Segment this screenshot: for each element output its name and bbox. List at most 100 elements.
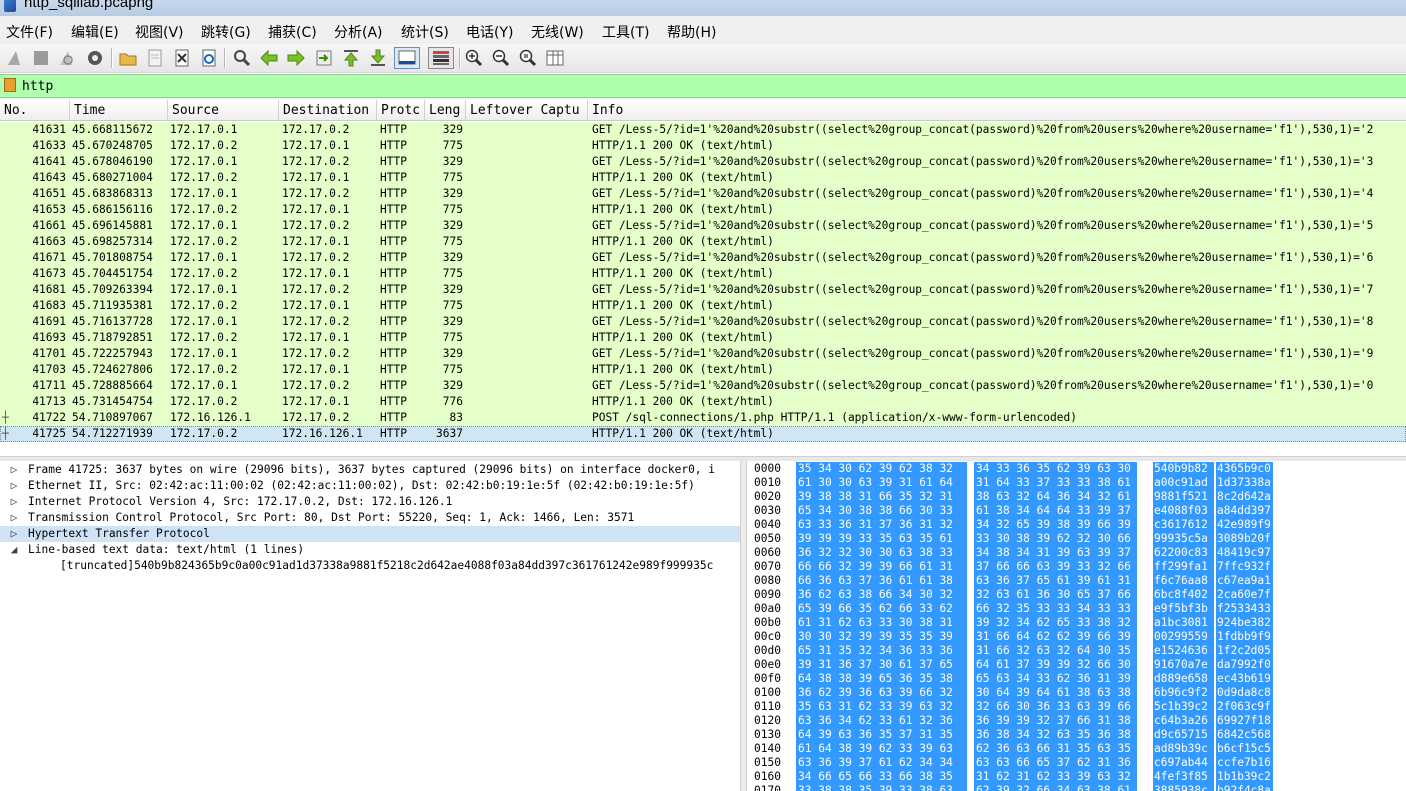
- hex-bytes[interactable]: 36 62 63 38 66 34 30 32: [796, 588, 967, 602]
- menu-file[interactable]: 文件(F): [6, 22, 53, 42]
- hex-bytes[interactable]: 66 36 63 37 36 61 61 38: [796, 574, 967, 588]
- ascii-bytes[interactable]: a1bc3081: [1153, 616, 1214, 630]
- ascii-bytes[interactable]: ccfe7b16: [1216, 756, 1273, 770]
- hex-bytes[interactable]: 39 39 39 33 35 63 35 61: [796, 532, 967, 546]
- reload-icon[interactable]: [199, 48, 219, 68]
- bookmark-icon[interactable]: [4, 78, 16, 92]
- colorize-icon[interactable]: [428, 47, 454, 69]
- ascii-bytes[interactable]: 7ffc932f: [1216, 560, 1273, 574]
- packet-row[interactable]: 41673 45.704451754 172.17.0.2 172.17.0.1 HTT…: [0, 266, 1406, 282]
- hex-bytes[interactable]: 39 31 36 37 30 61 37 65: [796, 658, 967, 672]
- hex-bytes[interactable]: 34 38 34 31 39 63 39 37: [974, 546, 1137, 560]
- column-header-leftover[interactable]: Leftover Captu: [466, 100, 588, 120]
- menu-telephony[interactable]: 电话(Y): [466, 22, 513, 42]
- hex-bytes[interactable]: 33 30 38 39 62 32 30 66: [974, 532, 1137, 546]
- file-close-icon[interactable]: [172, 48, 192, 68]
- resize-columns-icon[interactable]: [545, 48, 565, 68]
- hex-bytes[interactable]: 31 64 33 37 33 33 38 61: [974, 476, 1137, 490]
- packet-row[interactable]: 41703 45.724627806 172.17.0.2 172.17.0.1 HTT…: [0, 362, 1406, 378]
- column-header-protocol[interactable]: Protc: [377, 100, 425, 120]
- expander-arrow-icon[interactable]: ▷: [8, 478, 20, 494]
- column-header-no[interactable]: No.: [0, 100, 70, 120]
- ascii-bytes[interactable]: b92f4c8a: [1216, 784, 1273, 791]
- hex-bytes[interactable]: 65 39 66 35 62 66 33 62: [796, 602, 967, 616]
- hex-bytes[interactable]: 63 36 34 62 33 61 32 36: [796, 714, 967, 728]
- packet-row[interactable]: 41671 45.701808754 172.17.0.1 172.17.0.2 HTT…: [0, 250, 1406, 266]
- arrow-right-icon[interactable]: [286, 48, 306, 68]
- ascii-bytes[interactable]: 540b9b82: [1153, 462, 1214, 476]
- packet-row[interactable]: ┼ 41725 54.712271939 172.17.0.2 172.16.126.1…: [0, 426, 1406, 442]
- ascii-bytes[interactable]: 0d9da8c8: [1216, 686, 1273, 700]
- hex-bytes[interactable]: 34 33 36 35 62 39 63 30: [974, 462, 1137, 476]
- ascii-bytes[interactable]: d889e658: [1153, 672, 1214, 686]
- hex-bytes[interactable]: 35 34 30 62 39 62 38 32: [796, 462, 967, 476]
- ascii-bytes[interactable]: 8c2d642a: [1216, 490, 1273, 504]
- packet-row[interactable]: 41663 45.698257314 172.17.0.2 172.17.0.1 HTT…: [0, 234, 1406, 250]
- ascii-bytes[interactable]: 6b96c9f2: [1153, 686, 1214, 700]
- ascii-bytes[interactable]: c697ab44: [1153, 756, 1214, 770]
- hex-bytes[interactable]: 61 31 62 63 33 30 38 31: [796, 616, 967, 630]
- goto-packet-icon[interactable]: [314, 48, 334, 68]
- ascii-bytes[interactable]: 4365b9c0: [1216, 462, 1273, 476]
- ascii-bytes[interactable]: 924be382: [1216, 616, 1273, 630]
- packet-row[interactable]: 41653 45.686156116 172.17.0.2 172.17.0.1 HTT…: [0, 202, 1406, 218]
- packet-row[interactable]: 41643 45.680271004 172.17.0.2 172.17.0.1 HTT…: [0, 170, 1406, 186]
- packet-row[interactable]: 41641 45.678046190 172.17.0.1 172.17.0.2 HTT…: [0, 154, 1406, 170]
- ascii-bytes[interactable]: 1f2c2d05: [1216, 644, 1273, 658]
- hex-bytes[interactable]: 33 38 38 35 39 33 38 63: [796, 784, 967, 791]
- hex-bytes[interactable]: 64 38 38 39 65 36 35 38: [796, 672, 967, 686]
- display-filter-input[interactable]: [22, 77, 1392, 95]
- expander-arrow-icon[interactable]: ▷: [8, 510, 20, 526]
- column-header-time[interactable]: Time: [70, 100, 168, 120]
- ascii-bytes[interactable]: 6842c568: [1216, 728, 1273, 742]
- detail-tree-item[interactable]: ▷ Frame 41725: 3637 bytes on wire (29096 …: [0, 462, 740, 478]
- file-save-icon[interactable]: [145, 48, 165, 68]
- hex-bytes[interactable]: 64 61 37 39 39 32 66 30: [974, 658, 1137, 672]
- hex-bytes[interactable]: 37 66 66 63 39 33 32 66: [974, 560, 1137, 574]
- packet-row[interactable]: 41691 45.716137728 172.17.0.1 172.17.0.2 HTT…: [0, 314, 1406, 330]
- hex-bytes[interactable]: 66 66 32 39 39 66 61 31: [796, 560, 967, 574]
- column-header-length[interactable]: Leng: [425, 100, 466, 120]
- ascii-bytes[interactable]: a84dd397: [1216, 504, 1273, 518]
- hex-bytes[interactable]: 32 66 30 36 33 63 39 66: [974, 700, 1137, 714]
- expander-arrow-icon[interactable]: ▷: [8, 462, 20, 478]
- ascii-bytes[interactable]: 2f063c9f: [1216, 700, 1273, 714]
- ascii-bytes[interactable]: 3885938c: [1153, 784, 1214, 791]
- hex-bytes[interactable]: 63 36 37 65 61 39 61 31: [974, 574, 1137, 588]
- hex-bytes[interactable]: 36 39 39 32 37 66 31 38: [974, 714, 1137, 728]
- expander-arrow-icon[interactable]: ▷: [8, 526, 20, 542]
- hex-bytes[interactable]: 31 66 32 63 32 64 30 35: [974, 644, 1137, 658]
- detail-tree-item[interactable]: ▷ Hypertext Transfer Protocol: [0, 526, 740, 542]
- detail-tree-item[interactable]: [truncated]540b9b824365b9c0a00c91ad1d373…: [0, 558, 740, 574]
- detail-tree-item[interactable]: ▷ Ethernet II, Src: 02:42:ac:11:00:02 (02…: [0, 478, 740, 494]
- ascii-bytes[interactable]: 3089b20f: [1216, 532, 1273, 546]
- menu-view[interactable]: 视图(V): [135, 22, 184, 42]
- menu-edit[interactable]: 编辑(E): [71, 22, 119, 42]
- ascii-bytes[interactable]: 42e989f9: [1216, 518, 1273, 532]
- packet-row[interactable]: 41693 45.718792851 172.17.0.2 172.17.0.1 HTT…: [0, 330, 1406, 346]
- hex-bytes[interactable]: 30 30 32 39 39 35 35 39: [796, 630, 967, 644]
- hex-bytes[interactable]: 61 64 38 39 62 33 39 63: [796, 742, 967, 756]
- zoom-out-icon[interactable]: [491, 48, 511, 68]
- packet-row[interactable]: 41661 45.696145881 172.17.0.1 172.17.0.2 HTT…: [0, 218, 1406, 234]
- hex-bytes[interactable]: 65 34 30 38 38 66 30 33: [796, 504, 967, 518]
- ascii-bytes[interactable]: ff299fa1: [1153, 560, 1214, 574]
- menu-go[interactable]: 跳转(G): [201, 22, 251, 42]
- column-header-info[interactable]: Info: [588, 100, 1406, 120]
- ascii-bytes[interactable]: 48419c97: [1216, 546, 1273, 560]
- packet-row[interactable]: 41633 45.670248705 172.17.0.2 172.17.0.1 HTT…: [0, 138, 1406, 154]
- ascii-bytes[interactable]: c3617612: [1153, 518, 1214, 532]
- ascii-bytes[interactable]: 6bc8f402: [1153, 588, 1214, 602]
- hex-bytes[interactable]: 61 30 30 63 39 31 61 64: [796, 476, 967, 490]
- ascii-bytes[interactable]: 1d37338a: [1216, 476, 1273, 490]
- ascii-bytes[interactable]: 4fef3f85: [1153, 770, 1214, 784]
- ascii-bytes[interactable]: e4088f03: [1153, 504, 1214, 518]
- ascii-bytes[interactable]: 62200c83: [1153, 546, 1214, 560]
- packet-row[interactable]: ┼ 41722 54.710897067 172.16.126.1 172.17.0.2…: [0, 410, 1406, 426]
- hex-bytes[interactable]: 31 62 31 62 33 39 63 32: [974, 770, 1137, 784]
- column-header-source[interactable]: Source: [168, 100, 279, 120]
- detail-tree-item[interactable]: ◢ Line-based text data: text/html (1 line…: [0, 542, 740, 558]
- arrow-left-icon[interactable]: [259, 48, 279, 68]
- packet-row[interactable]: 41713 45.731454754 172.17.0.2 172.17.0.1 HTT…: [0, 394, 1406, 410]
- ascii-bytes[interactable]: 9881f521: [1153, 490, 1214, 504]
